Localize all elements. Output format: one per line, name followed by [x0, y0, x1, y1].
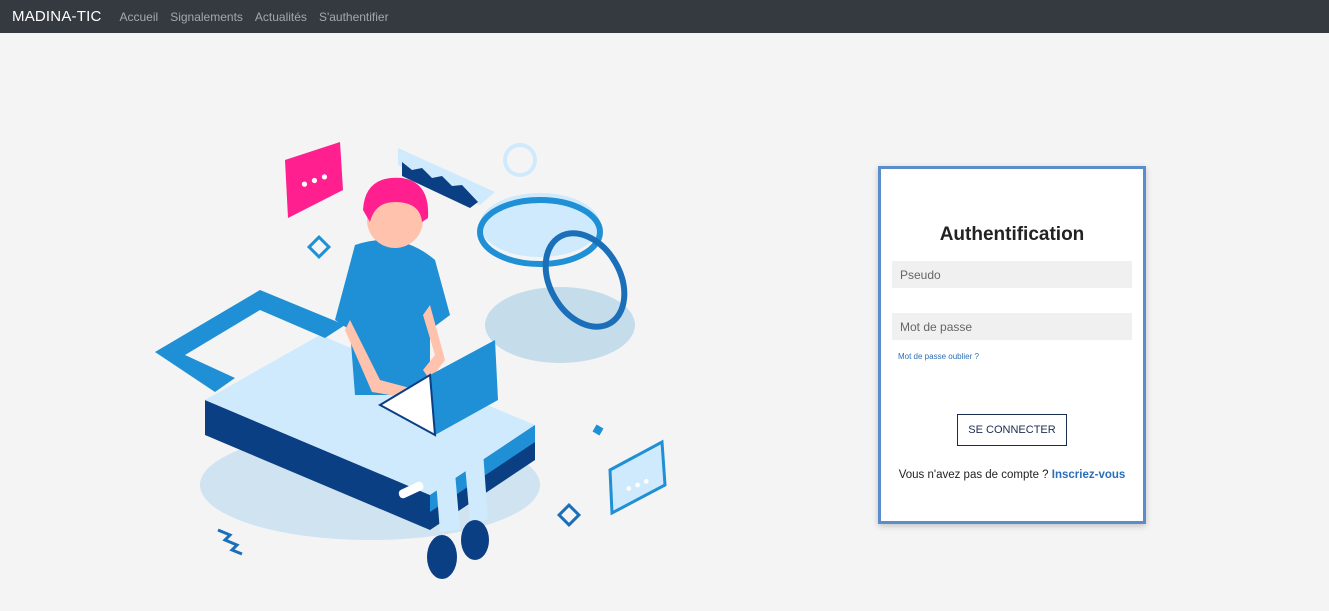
person-shoe-right	[461, 520, 489, 560]
floating-circle	[503, 143, 537, 177]
login-card: Authentification Mot de passe oublier ? …	[878, 166, 1146, 524]
nav-link-signalements[interactable]: Signalements	[170, 10, 243, 24]
deco-square	[592, 424, 604, 436]
login-submit-button[interactable]: SE CONNECTER	[957, 414, 1067, 446]
nav-link-authentifier[interactable]: S'authentifier	[319, 10, 389, 24]
nav-link-actualites[interactable]: Actualités	[255, 10, 307, 24]
top-navbar: MADINA-TIC Accueil Signalements Actualit…	[0, 0, 1329, 33]
login-title: Authentification	[939, 224, 1085, 245]
password-input[interactable]	[892, 313, 1132, 340]
brand-logo[interactable]: MADINA-TIC	[12, 8, 102, 25]
deco-zigzag	[217, 528, 243, 556]
signup-prompt: Vous n'avez pas de compte ? Inscriez-vou…	[881, 469, 1143, 481]
person-shoe-left	[427, 535, 457, 579]
signup-text: Vous n'avez pas de compte ?	[898, 469, 1049, 481]
nav-link-accueil[interactable]: Accueil	[120, 10, 159, 24]
forgot-password-link[interactable]: Mot de passe oublier ?	[898, 352, 979, 361]
deco-diamond-2	[556, 502, 582, 528]
deco-diamond-1	[306, 234, 332, 260]
login-illustration: ••• •••	[155, 142, 667, 579]
username-input[interactable]	[892, 261, 1132, 288]
signup-link[interactable]: Inscriez-vous	[1052, 469, 1126, 481]
